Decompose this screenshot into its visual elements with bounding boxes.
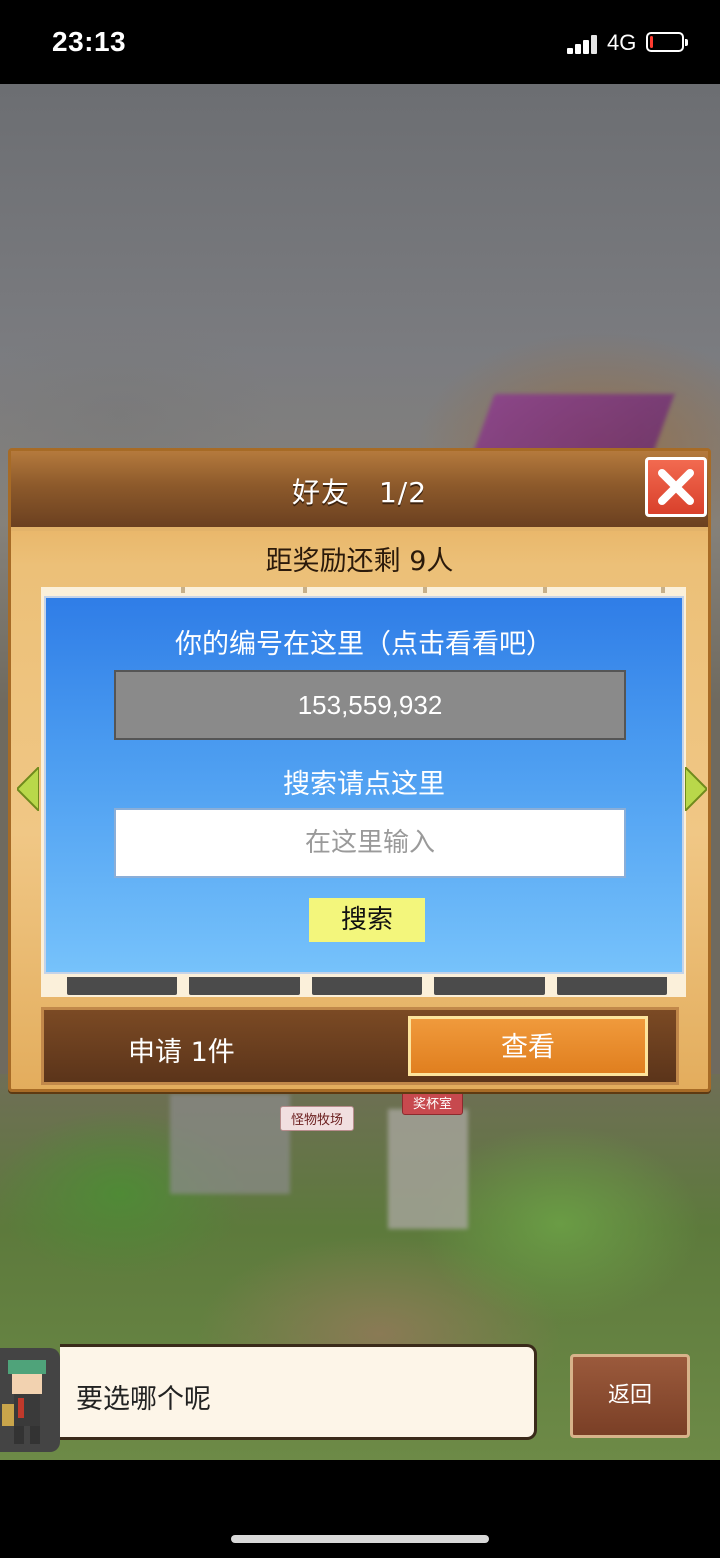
right-arrow-icon[interactable] xyxy=(685,767,707,811)
close-x-icon xyxy=(658,469,694,505)
friends-dialog: 好友 1/2 距奖励还剩 9人 你的编号在这里（点击看看吧） 153,559,9… xyxy=(8,448,711,1092)
dialog-header: 好友 1/2 xyxy=(11,451,708,531)
id-label[interactable]: 你的编号在这里（点击看看吧） xyxy=(46,622,682,661)
npc-character-icon xyxy=(2,1360,46,1444)
reward-remaining-text: 距奖励还剩 9人 xyxy=(265,546,454,577)
building-wall xyxy=(170,1094,290,1194)
requests-count-text: 申请 1件 xyxy=(128,1037,235,1068)
status-bar: 23:13 4G xyxy=(0,0,720,84)
requests-bar: 申请 1件 查看 xyxy=(41,1007,679,1085)
npc-avatar xyxy=(0,1348,60,1452)
panel-tabs xyxy=(67,977,668,995)
search-label: 搜索请点这里 xyxy=(283,769,445,800)
building-tower xyxy=(388,1109,468,1229)
friend-id-panel: 你的编号在这里（点击看看吧） 153,559,932 搜索请点这里 搜索 xyxy=(44,596,684,974)
scene-sign: 怪物牧场 xyxy=(280,1106,355,1131)
back-button[interactable]: 返回 xyxy=(570,1354,690,1438)
player-id-field[interactable]: 153,559,932 xyxy=(114,670,626,740)
view-button[interactable]: 查看 xyxy=(408,1016,648,1076)
search-input[interactable] xyxy=(114,808,626,878)
home-indicator[interactable] xyxy=(231,1535,489,1543)
speech-text: 要选哪个呢 xyxy=(76,1384,211,1415)
status-time: 23:13 xyxy=(52,26,127,57)
battery-icon xyxy=(646,32,688,52)
search-button[interactable]: 搜索 xyxy=(309,898,425,942)
network-type: 4G xyxy=(607,30,637,55)
dialog-title: 好友 1/2 xyxy=(291,476,428,509)
battery-level xyxy=(650,36,653,48)
speech-bubble: 要选哪个呢 xyxy=(60,1344,537,1440)
npc-area: 要选哪个呢 返回 xyxy=(0,1340,720,1460)
close-button[interactable] xyxy=(645,457,707,517)
scene-sign: 奖杯室 xyxy=(402,1090,464,1115)
signal-icon xyxy=(567,34,601,54)
left-arrow-icon[interactable] xyxy=(17,767,39,811)
